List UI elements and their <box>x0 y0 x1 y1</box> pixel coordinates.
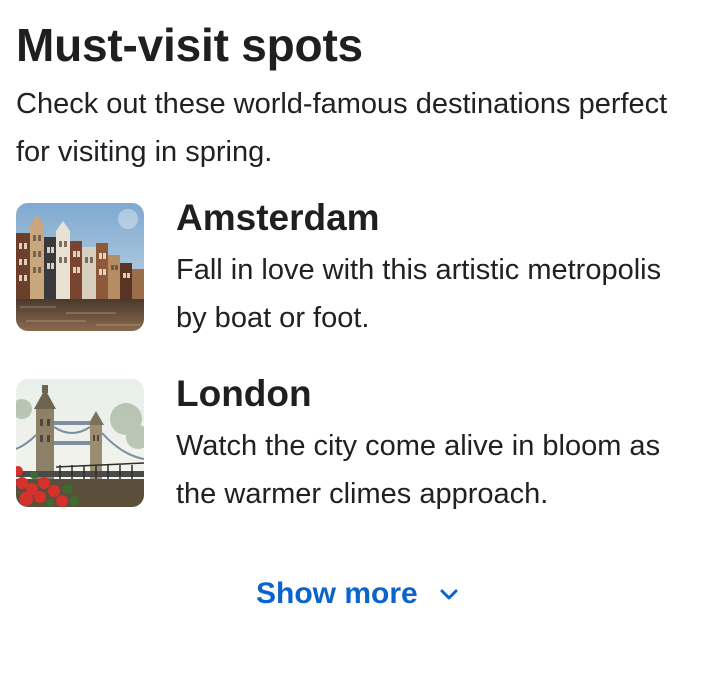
chevron-down-icon <box>438 583 460 605</box>
show-more-button[interactable]: Show more <box>256 574 460 614</box>
destination-list: Amsterdam Fall in love with this artisti… <box>16 199 704 554</box>
destination-text: London Watch the city come alive in bloo… <box>176 375 704 518</box>
amsterdam-canal-houses-icon <box>16 203 144 331</box>
destination-item-amsterdam[interactable]: Amsterdam Fall in love with this artisti… <box>16 199 704 378</box>
show-more-label: Show more <box>256 577 418 610</box>
card-subtitle: Check out these world-famous destination… <box>16 88 668 168</box>
must-visit-card: Must-visit spots Check out these world-f… <box>0 0 720 681</box>
destination-title[interactable]: London <box>176 375 704 412</box>
london-thumbnail[interactable] <box>16 379 144 507</box>
destination-text: Amsterdam Fall in love with this artisti… <box>176 199 704 342</box>
destination-description: Watch the city come alive in bloom as th… <box>176 430 661 510</box>
tower-bridge-icon <box>16 379 144 507</box>
destination-description: Fall in love with this artistic metropol… <box>176 254 662 334</box>
card-title: Must-visit spots <box>16 19 363 71</box>
destination-title[interactable]: Amsterdam <box>176 199 704 236</box>
amsterdam-thumbnail[interactable] <box>16 203 144 331</box>
destination-item-london[interactable]: London Watch the city come alive in bloo… <box>16 375 704 554</box>
